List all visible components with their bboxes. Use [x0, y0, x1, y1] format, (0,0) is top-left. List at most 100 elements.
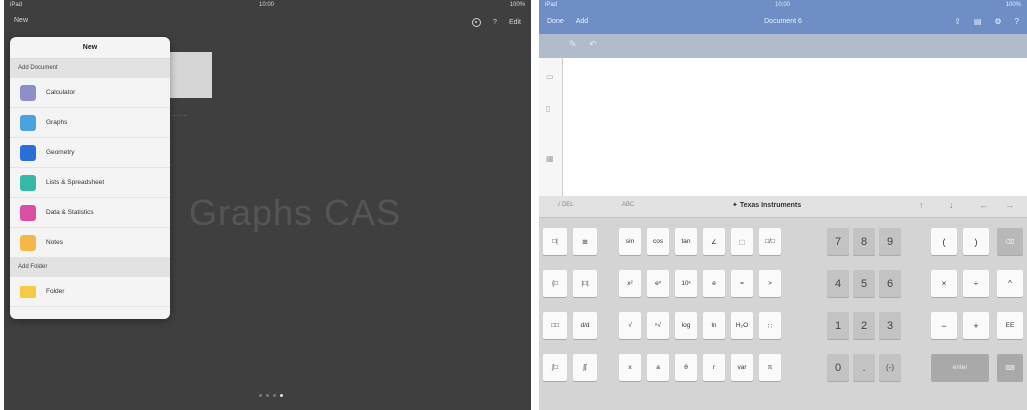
theta-key[interactable]: θ: [675, 354, 697, 381]
digit-0-key[interactable]: 0: [827, 354, 849, 381]
wrench-icon[interactable]: ✎: [569, 39, 577, 50]
divide-key[interactable]: ÷: [963, 270, 989, 297]
brand-label: Texas Instruments: [739, 202, 802, 209]
plus-key[interactable]: +: [963, 312, 989, 339]
fraction-key[interactable]: □/□: [759, 228, 781, 255]
digit-5-key[interactable]: 5: [853, 270, 875, 297]
decimal-key[interactable]: .: [853, 354, 875, 381]
digit-3-key[interactable]: 3: [879, 312, 901, 339]
exp-key[interactable]: eˣ: [647, 270, 669, 297]
geometry-icon: [20, 144, 36, 161]
add-notes[interactable]: Notes: [10, 228, 170, 258]
page-dot: [259, 394, 262, 397]
page-sorter-icon[interactable]: ▭: [546, 72, 554, 81]
square-key[interactable]: x²: [619, 270, 641, 297]
ln-key[interactable]: ln: [703, 312, 725, 339]
equals-key[interactable]: =: [731, 270, 753, 297]
tab-abc[interactable]: ABC: [622, 202, 634, 208]
section-add-document: Add Document: [10, 59, 170, 78]
calculator-canvas[interactable]: [564, 58, 1027, 196]
arrow-left-icon[interactable]: ←: [979, 200, 988, 210]
digit-6-key[interactable]: 6: [879, 270, 901, 297]
ee-key[interactable]: EE: [997, 312, 1023, 339]
add-folder[interactable]: Folder: [10, 277, 170, 307]
digit-1-key[interactable]: 1: [827, 312, 849, 339]
abs-key[interactable]: |□|: [573, 270, 597, 297]
sqrt-key[interactable]: √: [619, 312, 641, 339]
greater-than-key[interactable]: >: [759, 270, 781, 297]
add-lists-spreadsheet[interactable]: Lists & Spreadsheet: [10, 168, 170, 198]
add-graphs[interactable]: Graphs: [10, 108, 170, 138]
tan-key[interactable]: tan: [675, 228, 697, 255]
clock: 10:00: [259, 2, 275, 8]
ten-power-key[interactable]: 10ˣ: [675, 270, 697, 297]
nth-root-key[interactable]: ⁿ√: [647, 312, 669, 339]
settings-gear-icon[interactable]: ⚙: [994, 17, 1001, 26]
new-button[interactable]: New: [14, 17, 28, 24]
system-key[interactable]: □□: [543, 312, 567, 339]
arrow-up-icon[interactable]: ↑: [919, 200, 924, 210]
utilities-icon[interactable]: ▦: [546, 154, 554, 163]
close-paren-key[interactable]: ): [963, 228, 989, 255]
settings-gear-icon[interactable]: [472, 18, 482, 27]
chem-key[interactable]: H₂O: [731, 312, 753, 339]
share-icon[interactable]: ⇪: [954, 17, 961, 26]
spreadsheet-icon: [20, 174, 36, 191]
a-key[interactable]: a: [647, 354, 669, 381]
nav-bar: New ? Edit: [4, 12, 531, 36]
digit-7-key[interactable]: 7: [827, 228, 849, 255]
box-key[interactable]: ⬚: [731, 228, 753, 255]
document-thumbnail[interactable]: [164, 52, 212, 98]
open-paren-key[interactable]: (: [931, 228, 957, 255]
sin-key[interactable]: sin: [619, 228, 641, 255]
edit-button[interactable]: Edit: [509, 19, 521, 26]
clock: 10:00: [775, 2, 791, 8]
help-icon[interactable]: ?: [1015, 17, 1019, 26]
digit-8-key[interactable]: 8: [853, 228, 875, 255]
arrow-down-icon[interactable]: ↓: [949, 200, 954, 210]
undo-icon[interactable]: ↶: [589, 39, 597, 50]
keyboard-toggle-key[interactable]: ⌨: [997, 354, 1023, 381]
scratchpad-icon[interactable]: ▯: [546, 104, 550, 113]
add-data-statistics[interactable]: Data & Statistics: [10, 198, 170, 228]
negative-key[interactable]: (-): [879, 354, 901, 381]
graphs-icon: [20, 114, 36, 131]
power-key[interactable]: ^: [997, 270, 1023, 297]
cos-key[interactable]: cos: [647, 228, 669, 255]
help-button[interactable]: ?: [493, 19, 497, 26]
digit-4-key[interactable]: 4: [827, 270, 849, 297]
menu-item-label: Lists & Spreadsheet: [46, 179, 105, 186]
digit-2-key[interactable]: 2: [853, 312, 875, 339]
derivative-key[interactable]: d/d: [573, 312, 597, 339]
popover-title: New: [10, 37, 170, 59]
sum-key[interactable]: ∫∫: [573, 354, 597, 381]
battery-label: 100%: [509, 2, 525, 8]
multiply-key[interactable]: ×: [931, 270, 957, 297]
angle-key[interactable]: ∠: [703, 228, 725, 255]
pi-key[interactable]: π: [759, 354, 781, 381]
page-tool-strip: ✎ ↶: [539, 34, 1027, 58]
add-geometry[interactable]: Geometry: [10, 138, 170, 168]
matrix-key[interactable]: ⊞: [573, 228, 597, 255]
folder-icon: [20, 285, 36, 298]
template-key[interactable]: □|: [543, 228, 567, 255]
new-popover: New Add Document Calculator Graphs Geome…: [10, 37, 170, 319]
x-key[interactable]: x: [619, 354, 641, 381]
minus-key[interactable]: −: [931, 312, 957, 339]
add-calculator[interactable]: Calculator: [10, 78, 170, 108]
var-key[interactable]: var: [731, 354, 753, 381]
digit-9-key[interactable]: 9: [879, 228, 901, 255]
piecewise-key[interactable]: {□: [543, 270, 567, 297]
enter-key[interactable]: enter: [931, 354, 989, 381]
delete-key[interactable]: ⌫: [997, 228, 1023, 255]
r-key[interactable]: r: [703, 354, 725, 381]
e-key[interactable]: e: [703, 270, 725, 297]
menu-item-label: Geometry: [46, 149, 75, 156]
log-key[interactable]: log: [675, 312, 697, 339]
document-editor: iPad 10:00 100% Done Add Document 6 ⇪ ▤ …: [539, 0, 1027, 410]
document-tools-icon[interactable]: ▤: [974, 17, 982, 26]
integral-key[interactable]: ∫□: [543, 354, 567, 381]
arrow-right-icon[interactable]: →: [1005, 200, 1014, 210]
tab-math[interactable]: √ DEL: [557, 202, 574, 208]
symbols-key[interactable]: ∷: [759, 312, 781, 339]
